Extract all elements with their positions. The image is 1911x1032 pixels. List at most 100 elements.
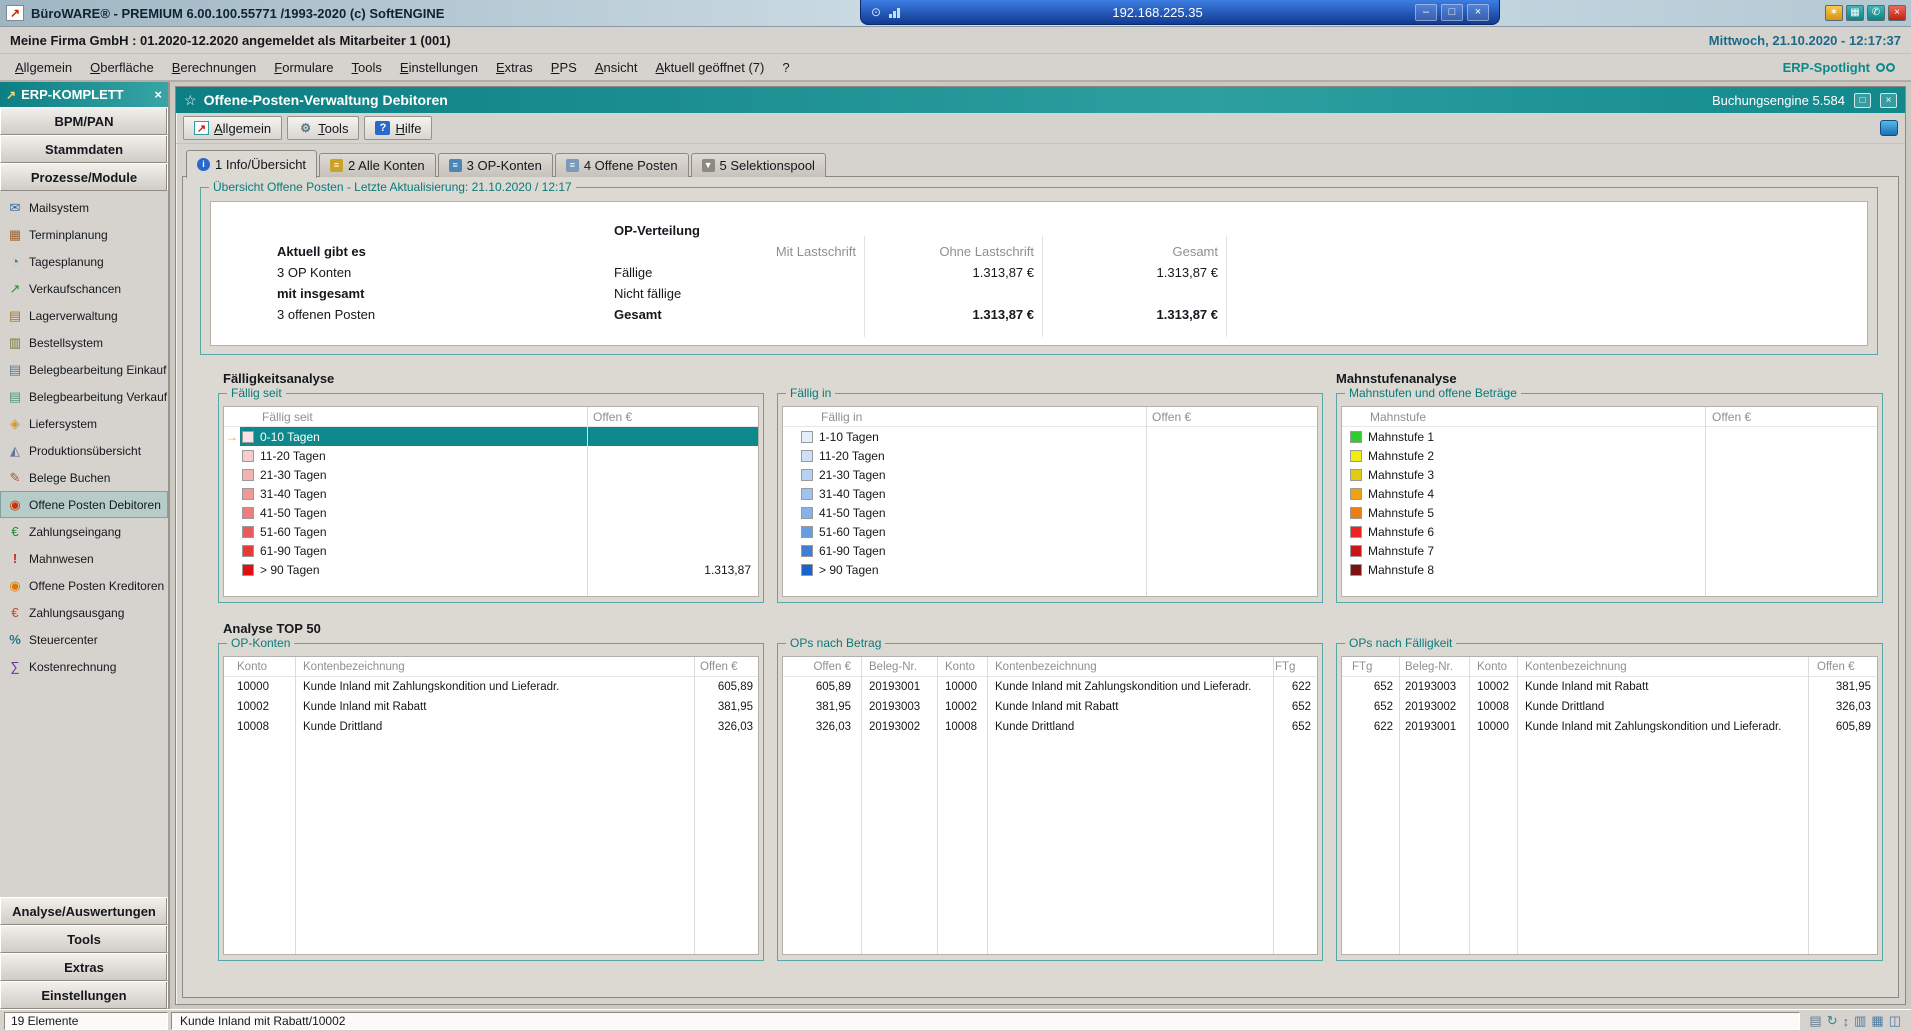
sidebar-item-belegbearbeitung-einkauf[interactable]: ▤ Belegbearbeitung Einkauf [0,356,168,383]
child-restore-button[interactable]: □ [1854,92,1871,108]
menu-formulare[interactable]: Formulare [265,56,342,79]
grid-row[interactable]: Mahnstufe 7 [1342,541,1877,560]
grid-row[interactable]: 41-50 Tagen [783,503,1317,522]
sidebar-section-tools[interactable]: Tools [0,925,168,953]
sidebar-section-prozesse-module[interactable]: Prozesse/Module [0,163,168,191]
grid-row[interactable]: > 90 Tagen [783,560,1317,579]
rdp-restore-button[interactable]: □ [1441,3,1463,21]
sort-icon[interactable]: ↕ [1843,1014,1850,1029]
sidebar-item-verkaufschancen[interactable]: ↗ Verkaufschancen [0,275,168,302]
table-row[interactable]: 605,89 20193001 10000 Kunde Inland mit Z… [783,677,1317,697]
grid-row[interactable]: 1-10 Tagen [783,427,1317,446]
sidebar-section-extras[interactable]: Extras [0,953,168,981]
sidebar-section-analyse-auswertungen[interactable]: Analyse/Auswertungen [0,897,168,925]
grid-row[interactable]: 51-60 Tagen [224,522,758,541]
menu-help[interactable]: ? [773,56,798,79]
close-app-button[interactable]: × [1888,5,1906,21]
sidebar-item-belegbearbeitung-verkauf[interactable]: ▤ Belegbearbeitung Verkauf [0,383,168,410]
grid-row[interactable]: Mahnstufe 5 [1342,503,1877,522]
columns-icon[interactable]: ▥ [1854,1013,1866,1029]
grid-row[interactable]: Mahnstufe 6 [1342,522,1877,541]
sidebar-item-bestellsystem[interactable]: ▥ Bestellsystem [0,329,168,356]
grid-row[interactable]: 61-90 Tagen [783,541,1317,560]
sidebar-item-liefersystem[interactable]: ◈ Liefersystem [0,410,168,437]
sidebar-item-zahlungseingang[interactable]: € Zahlungseingang [0,518,168,545]
sidebar-item-mahnwesen[interactable]: ! Mahnwesen [0,545,168,572]
grid-row[interactable]: 61-90 Tagen [224,541,758,560]
menu-allgemein[interactable]: Allgemein [6,56,81,79]
color-chip [1350,449,1362,462]
grid-row[interactable]: Mahnstufe 8 [1342,560,1877,579]
menu-aktuell-geoeffnet[interactable]: Aktuell geöffnet (7) [646,56,773,79]
sidebar-item-offene-posten-kreditoren[interactable]: ◉ Offene Posten Kreditoren [0,572,168,599]
print-icon[interactable]: ▤ [1809,1013,1821,1029]
table-row[interactable]: 622 20193001 10000 Kunde Inland mit Zahl… [1342,717,1877,737]
menu-extras[interactable]: Extras [487,56,542,79]
grid-row[interactable]: 51-60 Tagen [783,522,1317,541]
tab-selektionspool[interactable]: ▼ 5 Selektionspool [690,153,826,177]
grid-row[interactable]: 11-20 Tagen [224,446,758,465]
sidebar-item-tagesplanung[interactable]: ◔ Tagesplanung [0,248,168,275]
grid-row[interactable]: 31-40 Tagen [224,484,758,503]
grid-row[interactable]: 41-50 Tagen [224,503,758,522]
toolbar-hilfe-button[interactable]: ? Hilfe [364,116,433,140]
pin-icon[interactable]: ⊙ [871,5,881,19]
quick-launch-icon[interactable]: ✶ [1825,5,1843,21]
sidebar-item-steuercenter[interactable]: % Steuercenter [0,626,168,653]
sidebar-item-offene-posten-debitoren[interactable]: ◉ Offene Posten Debitoren [0,491,168,518]
table-row[interactable]: 381,95 20193003 10002 Kunde Inland mit R… [783,697,1317,717]
sidebar-section-bpm-pan[interactable]: BPM/PAN [0,107,168,135]
table-row[interactable]: 326,03 20193002 10008 Kunde Drittland 65… [783,717,1317,737]
sidebar-section-einstellungen[interactable]: Einstellungen [0,981,168,1009]
table-row[interactable]: 10008 Kunde Drittland 326,03 [224,717,758,737]
grid-row[interactable]: → 0-10 Tagen [224,427,758,446]
menu-oberflaeche[interactable]: Oberfläche [81,56,163,79]
pencil-icon: ✎ [9,469,21,485]
erp-spotlight[interactable]: ERP-Spotlight [1783,60,1905,75]
toolbar-allgemein-button[interactable]: ↗ Allgemein [183,116,283,140]
grid-row[interactable]: 11-20 Tagen [783,446,1317,465]
sidebar-item-belege-buchen[interactable]: ✎ Belege Buchen [0,464,168,491]
tab-alle-konten[interactable]: ≡ 2 Alle Konten [319,153,436,177]
sidebar-item-kostenrechnung[interactable]: ∑ Kostenrechnung [0,653,168,680]
sidebar-item-mailsystem[interactable]: ✉ Mailsystem [0,194,168,221]
grid-row[interactable]: 31-40 Tagen [783,484,1317,503]
grid-row[interactable]: Mahnstufe 4 [1342,484,1877,503]
calculator-icon[interactable]: ▦ [1846,5,1864,21]
tab-info-uebersicht[interactable]: i 1 Info/Übersicht [186,150,318,178]
tab-offene-posten[interactable]: ≡ 4 Offene Posten [554,153,689,177]
grid-icon[interactable]: ◫ [1889,1013,1901,1029]
grid-row[interactable]: Mahnstufe 3 [1342,465,1877,484]
favorite-star-icon[interactable]: ☆ [184,92,197,109]
grid-row[interactable]: Mahnstufe 1 [1342,427,1877,446]
sidebar-close-icon[interactable]: × [154,87,162,102]
rdp-close-button[interactable]: × [1467,3,1489,21]
menu-ansicht[interactable]: Ansicht [586,56,647,79]
table-row[interactable]: 652 20193002 10008 Kunde Drittland 326,0… [1342,697,1877,717]
sidebar-item-terminplanung[interactable]: ▦ Terminplanung [0,221,168,248]
tab-op-konten[interactable]: ≡ 3 OP-Konten [437,153,553,177]
menu-berechnungen[interactable]: Berechnungen [163,56,266,79]
table-row[interactable]: 652 20193003 10002 Kunde Inland mit Raba… [1342,677,1877,697]
rdp-minimize-button[interactable]: – [1415,3,1437,21]
phone-icon[interactable]: ✆ [1867,5,1885,21]
sidebar-item-produktionsuebersicht[interactable]: ◭ Produktionsübersicht [0,437,168,464]
engine-status-icon[interactable] [1880,120,1898,136]
toolbar-tools-button[interactable]: ⚙ Tools [287,116,360,140]
grid-row[interactable]: Mahnstufe 2 [1342,446,1877,465]
menu-tools[interactable]: Tools [343,56,391,79]
table-row[interactable]: 10000 Kunde Inland mit Zahlungskondition… [224,677,758,697]
grid-row[interactable]: > 90 Tagen 1.313,87 [224,560,758,579]
grid-row[interactable]: 21-30 Tagen [224,465,758,484]
refresh-icon[interactable]: ↻ [1827,1013,1838,1029]
table-row[interactable]: 10002 Kunde Inland mit Rabatt 381,95 [224,697,758,717]
sidebar-item-lagerverwaltung[interactable]: ▤ Lagerverwaltung [0,302,168,329]
table-icon[interactable]: ▦ [1871,1013,1883,1029]
menu-pps[interactable]: PPS [542,56,586,79]
sidebar-item-zahlungsausgang[interactable]: € Zahlungsausgang [0,599,168,626]
sidebar-section-stammdaten[interactable]: Stammdaten [0,135,168,163]
menu-einstellungen[interactable]: Einstellungen [391,56,487,79]
grid-row[interactable]: 21-30 Tagen [783,465,1317,484]
child-close-button[interactable]: × [1880,92,1897,108]
column-separator [1705,407,1706,596]
